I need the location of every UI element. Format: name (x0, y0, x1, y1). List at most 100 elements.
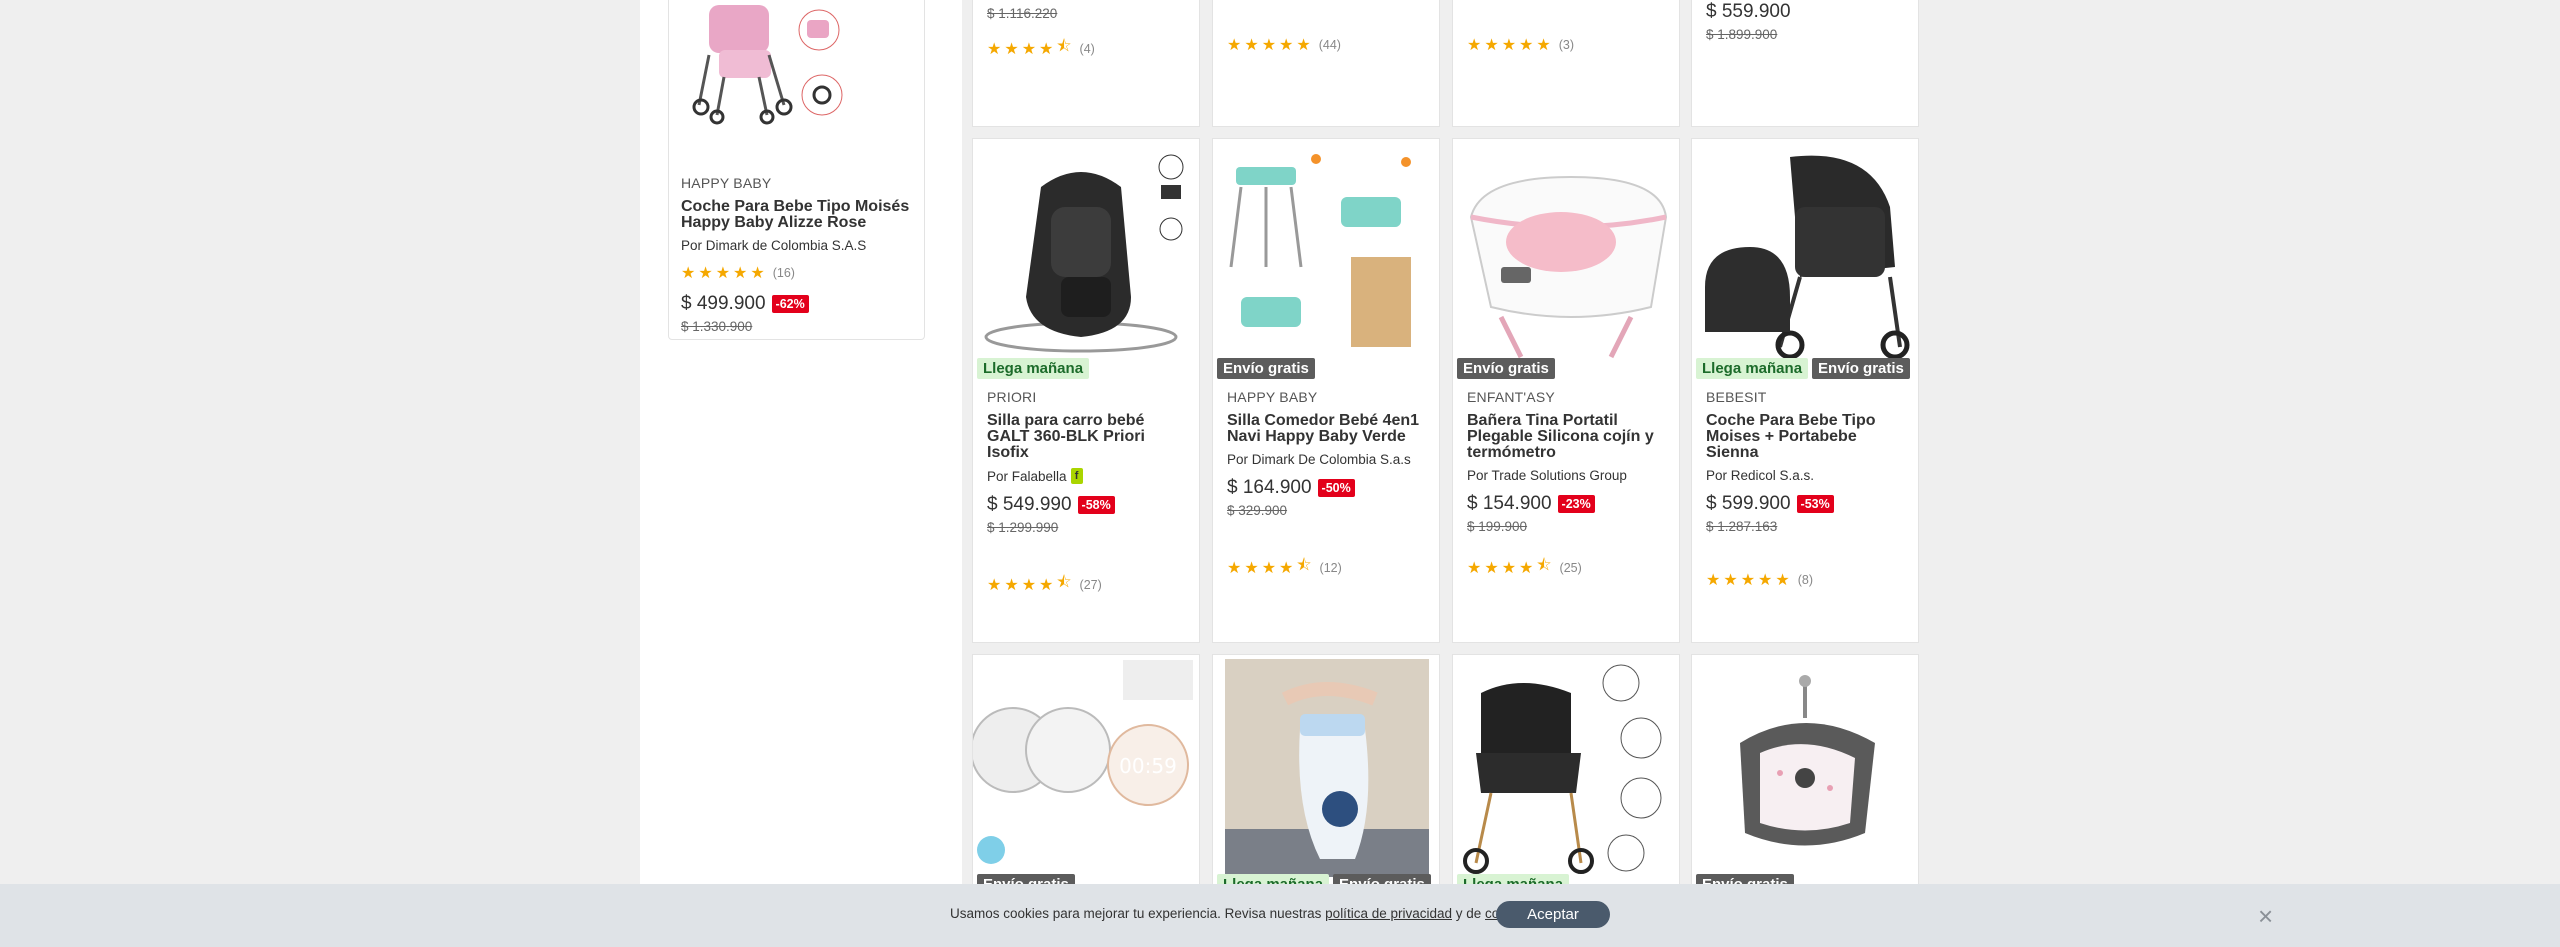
star-icon: ★ (1740, 572, 1756, 589)
falabella-logo-icon: f (1070, 468, 1083, 484)
badge-envio-gratis: Envío gratis (1217, 358, 1315, 379)
star-icon: ★ (1039, 40, 1054, 58)
star-icon: ★ (681, 265, 696, 282)
product-price: $ 549.990 (987, 494, 1072, 515)
cookie-banner: Usamos cookies para mejorar tu experienc… (0, 884, 2560, 947)
star-icon: ★ (1279, 559, 1294, 577)
rating-stars: ★ ★ ★ ★ ★ (44) (1227, 35, 1341, 55)
product-brand: HAPPY BABY (681, 175, 772, 191)
product-image[interactable] (1461, 663, 1673, 877)
price-row: $ 164.900 -50% (1227, 477, 1429, 499)
rating-stars: ★ ★ ★ ★ ⯪ (12) (1227, 554, 1429, 581)
star-half-icon: ⯪ (1536, 557, 1552, 574)
cookie-text-before: Usamos cookies para mejorar tu experienc… (950, 906, 1326, 921)
product-title[interactable]: Silla Comedor Bebé 4en1 Navi Happy Baby … (1227, 413, 1429, 445)
product-card[interactable]: Envío gratis ENFANT'ASY Bañera Tina Port… (1452, 138, 1680, 643)
old-price: $ 199.900 (1467, 519, 1528, 534)
star-icon: ★ (750, 265, 765, 282)
rating-stars: ★ ★ ★ ★ ★ (16) (681, 263, 916, 283)
star-icon: ★ (1261, 559, 1277, 577)
product-price: $ 164.900 (1227, 477, 1312, 498)
product-seller: Por Dimark De Colombia S.a.s (1227, 452, 1411, 467)
old-price: $ 329.900 (1227, 503, 1288, 518)
star-icon: ★ (1775, 572, 1790, 589)
product-seller: Por Falabella f (987, 468, 1189, 484)
product-card[interactable]: Envío gratis HAPPY BABY Silla Comedor Be… (1212, 138, 1440, 643)
product-price: $ 559.900 (1706, 1, 1791, 22)
star-icon: ★ (1519, 559, 1534, 577)
price-row: $ 599.900 -53% (1706, 493, 1908, 515)
product-image[interactable]: 00:59 (973, 655, 1199, 885)
product-card[interactable]: $ 1.116.220 ★ ★ ★ ★ ⯪ (4) (972, 0, 1200, 127)
product-brand: PRIORI (987, 389, 1037, 405)
product-image[interactable] (1700, 147, 1912, 361)
product-card[interactable]: Llega mañana Envío gratis BEBESIT Coche … (1691, 138, 1919, 643)
old-price: $ 1.287.163 (1706, 519, 1778, 534)
rating-stars: ★ ★ ★ ★ ★ (3) (1467, 35, 1574, 55)
product-title[interactable]: Coche Para Bebe Tipo Moisés Happy Baby A… (681, 199, 916, 231)
product-image[interactable] (689, 0, 864, 135)
product-title[interactable]: Bañera Tina Portatil Plegable Silicona c… (1467, 413, 1669, 461)
product-image[interactable] (1225, 659, 1429, 877)
price-row: $ 549.990 -58% (987, 494, 1189, 516)
product-title[interactable]: Coche Para Bebe Tipo Moises + Portabebe … (1706, 413, 1908, 461)
star-icon: ★ (1021, 40, 1037, 58)
star-icon: ★ (1004, 40, 1019, 58)
star-half-icon: ⯪ (1056, 574, 1072, 591)
badge-envio-gratis: Envío gratis (1812, 358, 1910, 379)
old-price: $ 1.330.900 (681, 319, 753, 334)
product-title[interactable]: Silla para carro bebé GALT 360-BLK Prior… (987, 413, 1189, 461)
rating-stars: ★ ★ ★ ★ ★ (8) (1706, 570, 1908, 590)
product-image[interactable] (1461, 147, 1673, 361)
product-card[interactable]: $ 559.900 $ 1.899.900 (1691, 0, 1919, 127)
product-image[interactable] (1700, 663, 1912, 877)
discount-badge: -58% (1077, 496, 1115, 514)
star-icon: ★ (1706, 572, 1721, 589)
rating-stars: ★ ★ ★ ★ ⯪ (25) (1467, 554, 1669, 581)
star-icon: ★ (1279, 37, 1294, 54)
product-seller: Por Redicol S.a.s. (1706, 468, 1815, 483)
old-price: $ 1.116.220 (987, 6, 1058, 21)
star-icon: ★ (1484, 37, 1499, 54)
product-price: $ 599.900 (1706, 493, 1791, 514)
rating-count: (16) (772, 266, 795, 280)
product-image[interactable] (981, 147, 1193, 361)
timer-display: 00:59 (1119, 754, 1177, 778)
product-image[interactable] (1221, 147, 1433, 361)
badge-llega-manana: Llega mañana (1696, 358, 1809, 379)
star-icon: ★ (1244, 37, 1259, 54)
discount-badge: -50% (1317, 479, 1355, 497)
star-icon: ★ (1227, 559, 1242, 577)
star-icon: ★ (1501, 37, 1517, 54)
accept-cookies-button[interactable]: Aceptar (1496, 901, 1610, 928)
product-card[interactable]: ★ ★ ★ ★ ★ (3) (1452, 0, 1680, 127)
star-icon: ★ (1004, 576, 1019, 594)
price-row: $ 154.900 -23% (1467, 493, 1669, 515)
star-icon: ★ (733, 265, 748, 282)
product-price: $ 154.900 (1467, 493, 1552, 514)
star-icon: ★ (1501, 559, 1517, 577)
discount-badge: -62% (771, 295, 809, 313)
badge-row: Llega mañana (977, 358, 1090, 379)
product-card-side[interactable]: HAPPY BABY Coche Para Bebe Tipo Moisés H… (668, 0, 925, 340)
discount-badge: -23% (1557, 495, 1595, 513)
privacy-policy-link[interactable]: política de privacidad (1325, 906, 1452, 921)
rating-count: (44) (1318, 38, 1341, 52)
badge-row: Envío gratis (1217, 358, 1315, 379)
star-icon: ★ (987, 40, 1002, 58)
rating-count: (3) (1558, 38, 1574, 52)
star-icon: ★ (1723, 572, 1738, 589)
product-seller: Por Trade Solutions Group (1467, 468, 1627, 483)
product-brand: ENFANT'ASY (1467, 389, 1555, 405)
close-icon[interactable]: × (2258, 901, 2273, 932)
badge-envio-gratis: Envío gratis (1457, 358, 1555, 379)
star-half-icon: ⯪ (1296, 557, 1312, 574)
star-icon: ★ (1296, 37, 1311, 54)
cookie-text-middle: y de (1452, 906, 1486, 921)
product-card[interactable]: Llega mañana PRIORI Silla para carro beb… (972, 138, 1200, 643)
product-price: $ 499.900 (681, 293, 766, 314)
rating-count: (12) (1319, 560, 1342, 575)
discount-badge: -53% (1796, 495, 1834, 513)
star-icon: ★ (987, 576, 1002, 594)
product-card[interactable]: ★ ★ ★ ★ ★ (44) (1212, 0, 1440, 127)
